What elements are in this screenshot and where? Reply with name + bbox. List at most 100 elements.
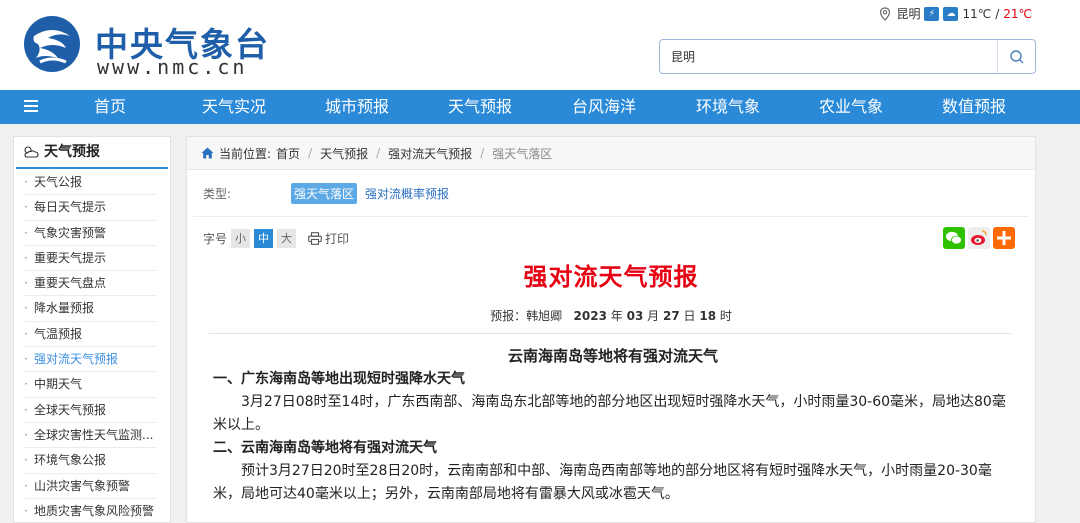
sidebar-item[interactable]: · 全球天气预报 — [24, 398, 156, 423]
nav-item-weather-forecast[interactable]: 天气预报 — [448, 90, 512, 124]
location-pin-icon — [880, 6, 891, 21]
nmc-logo-icon[interactable] — [22, 14, 82, 74]
sidebar-item-label: 环境气象公报 — [34, 453, 107, 468]
nav-item-typhoon-ocean[interactable]: 台风海洋 — [572, 90, 636, 124]
article-headline: 云南海南岛等地将有强对流天气 — [507, 347, 718, 365]
sidebar-item-label: 强对流天气预报 — [34, 352, 119, 367]
breadcrumb-link-home[interactable]: 首页 — [276, 145, 300, 162]
byline-hour-unit: 时 — [719, 309, 732, 323]
nav-item-observation[interactable]: 天气实况 — [202, 90, 266, 124]
sidebar-item[interactable]: · 天气公报 — [24, 170, 156, 196]
thunder-weather-icon: ⚡ — [924, 6, 940, 21]
type-tab-probability[interactable]: 强对流概率预报 — [365, 185, 449, 202]
sidebar-item-label: 地质灾害气象风险预警 — [34, 503, 155, 518]
search-box — [659, 39, 1036, 74]
sidebar-item-label: 降水量预报 — [34, 301, 95, 316]
font-size-label: 字号 — [203, 232, 228, 246]
sidebar-item[interactable]: · 重要天气提示 — [24, 246, 156, 272]
nav-item-numerical[interactable]: 数值预报 — [942, 90, 1006, 124]
font-medium-button[interactable]: 中 — [254, 229, 274, 248]
breadcrumb-prefix: 当前位置: — [219, 146, 272, 161]
sidebar-item[interactable]: · 降水量预报 — [24, 296, 156, 322]
search-button[interactable] — [997, 40, 1035, 73]
sidebar-item[interactable]: · 重要天气盘点 — [24, 271, 156, 297]
search-input[interactable] — [661, 41, 997, 72]
divider — [209, 333, 1011, 334]
sidebar-item-label: 山洪灾害气象预警 — [34, 478, 131, 493]
article-title: 强对流天气预报 — [523, 263, 699, 291]
search-icon — [1009, 49, 1023, 63]
font-size-toolbar: 字号 小 中 大 打印 — [203, 229, 349, 248]
breadcrumb-separator: / — [480, 146, 485, 160]
sidebar-item-label: 天气公报 — [34, 175, 83, 189]
wechat-share-icon[interactable] — [943, 227, 965, 249]
sidebar-item-label: 全球灾害性天气监测... — [34, 427, 154, 442]
breadcrumb-separator: / — [308, 146, 313, 160]
sidebar: 天气预报 · 天气公报 · 每日天气提示 · 气象灾害预警 · 重要天气提示 · 重要天气… — [13, 136, 171, 523]
byline-day: 27 — [663, 309, 680, 323]
site-header: 中央气象台 www.nmc.cn 昆明 ⚡ ☁ 11℃ / 21℃ — [0, 0, 1080, 90]
more-share-icon[interactable] — [993, 227, 1015, 249]
type-label: 类型: — [203, 187, 232, 201]
breadcrumb-link-convective[interactable]: 强对流天气预报 — [388, 145, 472, 162]
sidebar-item-label: 重要天气提示 — [34, 250, 107, 265]
sidebar-item[interactable]: · 环境气象公报 — [24, 448, 156, 474]
sidebar-item[interactable]: · 每日天气提示 — [24, 195, 156, 221]
sidebar-item-label: 每日天气提示 — [34, 200, 107, 215]
section-paragraph-1: 3月27日08时至14时，广东西南部、海南岛东北部等地的部分地区出现短时强降水天… — [213, 394, 1006, 433]
sidebar-item[interactable]: · 气象灾害预警 — [24, 221, 156, 246]
cloudy-weather-icon: ☁ — [943, 6, 959, 21]
breadcrumb-link-forecast[interactable]: 天气预报 — [320, 145, 368, 162]
breadcrumb-separator: / — [376, 146, 381, 160]
sidebar-list: · 天气公报 · 每日天气提示 · 气象灾害预警 · 重要天气提示 · 重要天气盘点 · 降… — [14, 169, 170, 523]
sidebar-item[interactable]: · 气温预报 — [24, 322, 156, 348]
byline-year-unit: 年 — [610, 309, 623, 323]
byline-year: 2023 — [573, 309, 607, 323]
breadcrumb: 当前位置: 首页 / 天气预报 / 强对流天气预报 / 强天气落区 — [187, 137, 1035, 170]
main-nav: 首页 天气实况 城市预报 天气预报 台风海洋 环境气象 农业气象 数值预报 — [0, 90, 1080, 124]
sidebar-title: 天气预报 — [16, 137, 168, 169]
nav-item-environment[interactable]: 环境气象 — [696, 90, 760, 124]
location-weather[interactable]: 昆明 ⚡ ☁ 11℃ / 21℃ — [878, 5, 1032, 22]
cloud-sun-icon — [24, 146, 39, 158]
divider — [193, 216, 1029, 217]
sidebar-item-active[interactable]: · 强对流天气预报 — [24, 347, 156, 373]
sidebar-item-label: 中期天气 — [34, 377, 83, 392]
font-large-button[interactable]: 大 — [277, 229, 297, 248]
type-selector: 类型: 强天气落区 强对流概率预报 — [203, 183, 449, 204]
share-buttons — [943, 227, 1015, 249]
byline-author: 预报：韩旭卿 — [490, 309, 563, 323]
nav-item-home[interactable]: 首页 — [94, 90, 126, 124]
sidebar-item-label: 全球天气预报 — [34, 402, 107, 417]
menu-icon[interactable] — [24, 100, 38, 114]
weibo-share-icon[interactable] — [968, 227, 990, 249]
sidebar-item[interactable]: · 山洪灾害气象预警 — [24, 474, 156, 499]
sidebar-item[interactable]: · 中期天气 — [24, 372, 156, 398]
byline-day-unit: 日 — [683, 309, 696, 323]
font-small-button[interactable]: 小 — [231, 229, 251, 248]
nav-item-agriculture[interactable]: 农业气象 — [819, 90, 883, 124]
breadcrumb-current: 强天气落区 — [492, 146, 553, 161]
article-body: 云南海南岛等地将有强对流天气 一、广东海南岛等地出现短时强降水天气 3月27日0… — [213, 345, 1013, 506]
sidebar-item-label: 气温预报 — [34, 326, 83, 341]
main-panel: 当前位置: 首页 / 天气预报 / 强对流天气预报 / 强天气落区 类型: 强天… — [186, 136, 1036, 523]
byline-hour: 18 — [699, 309, 717, 323]
sidebar-item-label: 气象灾害预警 — [34, 225, 107, 240]
sidebar-item[interactable]: · 全球灾害性天气监测... — [24, 423, 156, 449]
temp-high: 21℃ — [1003, 6, 1032, 21]
nav-item-city-forecast[interactable]: 城市预报 — [325, 90, 389, 124]
byline-month-unit: 月 — [647, 309, 660, 323]
section-paragraph-2: 预计3月27日20时至28日20时，云南南部和中部、海南岛西南部等地的部分地区将… — [213, 463, 992, 502]
sidebar-item[interactable]: · 地质灾害气象风险预警 — [24, 499, 156, 523]
sidebar-title-text: 天气预报 — [44, 143, 100, 160]
printer-icon — [308, 232, 322, 245]
city-name: 昆明 — [896, 7, 921, 21]
type-tab-severe-area[interactable]: 强天气落区 — [291, 183, 358, 204]
temp-separator: / — [995, 6, 1000, 21]
temp-low: 11℃ — [962, 6, 992, 21]
section-heading-1: 一、广东海南岛等地出现短时强降水天气 — [213, 371, 465, 387]
section-heading-2: 二、云南海南岛等地将有强对流天气 — [213, 440, 437, 456]
article-byline: 预报：韩旭卿 2023 年 03 月 27 日 18 时 — [187, 307, 1035, 324]
logo-url[interactable]: www.nmc.cn — [97, 55, 247, 79]
print-button[interactable]: 打印 — [308, 230, 349, 247]
